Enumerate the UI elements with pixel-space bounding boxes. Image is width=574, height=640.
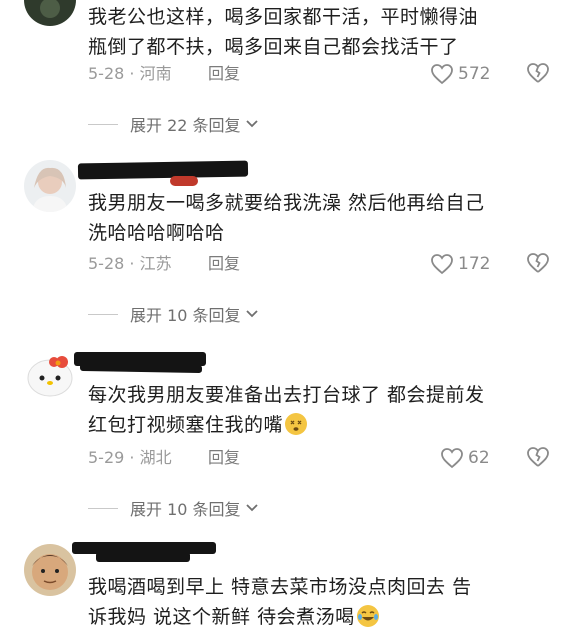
comment-text: 我老公也这样，喝多回家都干活，平时懒得油 瓶倒了都不扶，喝多回来自己都会找活干了	[88, 6, 479, 58]
dislike-button[interactable]	[526, 446, 550, 470]
reply-button[interactable]: 回复	[208, 252, 240, 276]
comment-location: 湖北	[139, 448, 172, 467]
comment-text: 每次我男朋友要准备出去打台球了 都会提前发 红包打视频塞住我的嘴	[88, 384, 485, 436]
redacted-username	[96, 552, 190, 562]
like-button[interactable]: 172	[430, 252, 490, 276]
comment-date: 5-28	[88, 254, 125, 273]
avatar[interactable]	[24, 350, 76, 402]
like-count: 62	[468, 448, 490, 468]
redacted-username	[79, 362, 203, 374]
redacted-username	[170, 176, 198, 186]
dislike-button[interactable]	[526, 252, 550, 276]
expand-divider	[88, 123, 118, 125]
avatar[interactable]	[24, 0, 76, 26]
like-count: 172	[458, 254, 491, 274]
comment-text: 我喝酒喝到早上 特意去菜市场没点肉回去 告 诉我妈 说这个新鲜 待会煮汤喝	[88, 576, 472, 628]
comment-location: 河南	[139, 64, 172, 83]
comment-date: 5-29	[88, 448, 125, 467]
comment-date: 5-28	[88, 64, 125, 83]
avatar[interactable]	[24, 544, 76, 596]
comment-location: 江苏	[139, 254, 172, 273]
broken-heart-icon	[527, 253, 549, 273]
chevron-down-icon	[245, 120, 258, 128]
comment-text: 我男朋友一喝多就要给我洗澡 然后他再给自己 洗哈哈哈啊哈哈	[88, 192, 485, 244]
laughing-tears-emoji-icon	[356, 605, 379, 627]
expand-replies[interactable]: 展开 10 条回复	[88, 496, 259, 520]
dizzy-face-emoji-icon	[285, 413, 308, 435]
comment-meta: 5-28 · 河南	[88, 64, 172, 83]
redacted-username	[77, 160, 249, 180]
heart-outline-icon	[441, 448, 463, 469]
heart-outline-icon	[431, 64, 453, 85]
broken-heart-icon	[527, 447, 549, 467]
reply-button[interactable]: 回复	[208, 62, 240, 86]
broken-heart-icon	[527, 63, 549, 83]
chevron-down-icon	[245, 504, 258, 512]
dislike-button[interactable]	[526, 62, 550, 86]
heart-outline-icon	[431, 254, 453, 275]
comment-meta: 5-28 · 江苏	[88, 254, 172, 273]
like-button[interactable]: 62	[440, 446, 490, 470]
like-button[interactable]: 572	[430, 62, 490, 86]
chevron-down-icon	[245, 310, 258, 318]
avatar[interactable]	[24, 160, 76, 212]
expand-divider	[88, 313, 118, 315]
reply-button[interactable]: 回复	[208, 446, 240, 470]
like-count: 572	[458, 64, 491, 84]
expand-divider	[88, 507, 118, 509]
comment-meta: 5-29 · 湖北	[88, 448, 172, 467]
expand-replies[interactable]: 展开 22 条回复	[88, 112, 259, 136]
expand-replies[interactable]: 展开 10 条回复	[88, 302, 259, 326]
